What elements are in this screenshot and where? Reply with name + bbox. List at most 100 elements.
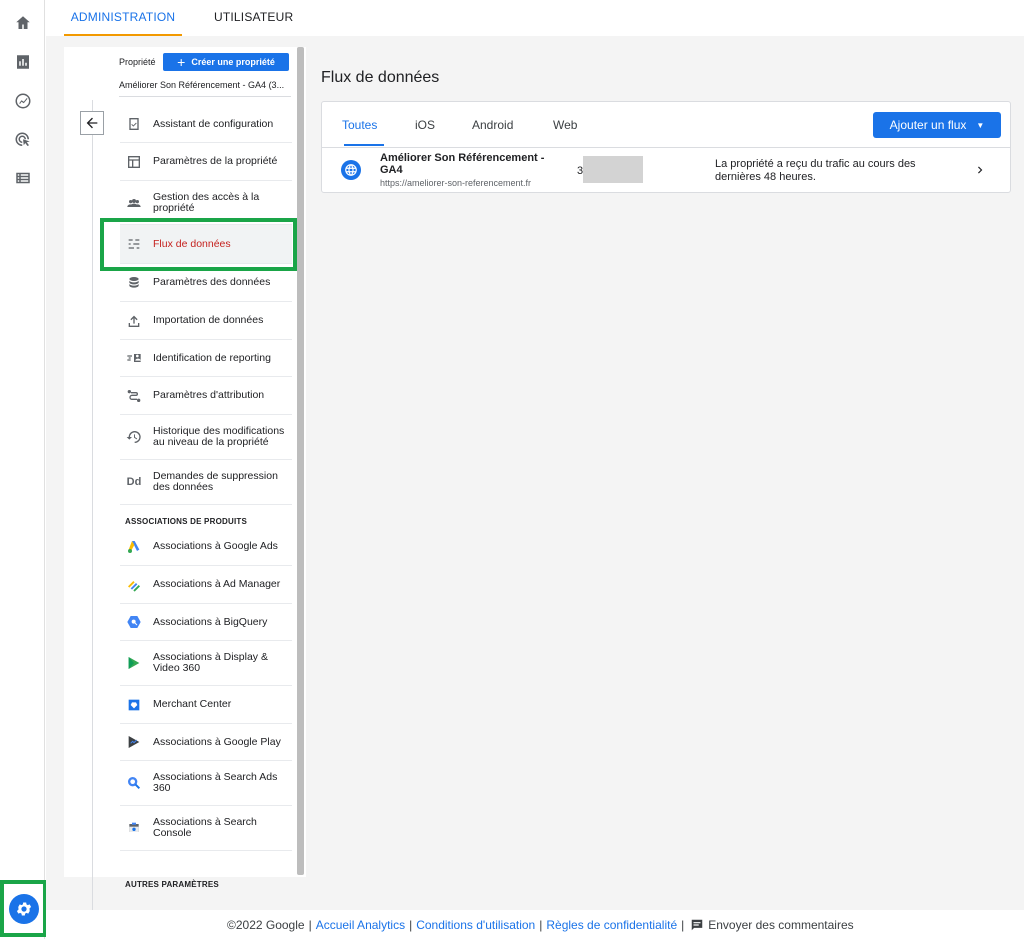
tab-android[interactable]: Android [472,118,513,132]
data-stream-icon [125,235,143,253]
data-streams-card: Toutes iOS Android Web Ajouter un flux ▼… [321,101,1011,193]
section-product-links: ASSOCIATIONS DE PRODUITS [125,517,247,526]
feedback-icon[interactable] [690,918,704,932]
menu-item-label: Historique des modifications au niveau d… [153,425,285,448]
admin-settings-highlight[interactable] [0,880,47,937]
menu-item-google-play[interactable]: Associations à Google Play [120,724,292,761]
globe-icon [341,160,361,180]
menu-item-label: Associations à Search Ads 360 [153,771,278,794]
property-selector[interactable]: Améliorer Son Référencement - GA4 (3... [119,80,291,97]
menu-item-label: Demandes de suppression des données [153,470,278,493]
separator: | [539,918,543,932]
menu-item-label: Importation de données [153,314,264,326]
arrow-left-icon [86,117,98,129]
menu-item-label: Associations à Google Play [153,735,281,748]
link-analytics-home[interactable]: Accueil Analytics [316,918,405,932]
stream-status: La propriété a reçu du trafic au cours d… [715,158,916,183]
menu-item-search-console[interactable]: Associations à Search Console [120,806,292,851]
upload-icon [125,312,143,330]
tab-all[interactable]: Toutes [342,118,377,132]
redacted-stream-id [583,156,643,183]
footer: ©2022 Google | Accueil Analytics | Condi… [46,910,1024,939]
stream-name[interactable]: Améliorer Son Référencement - GA4 [380,152,550,176]
separator: | [409,918,413,932]
search-ads-icon [125,774,143,792]
display-video-icon [125,654,143,672]
home-icon[interactable] [12,12,34,34]
add-stream-button[interactable]: Ajouter un flux ▼ [873,112,1001,138]
menu-item-label: Gestion des accès à la propriété [153,190,260,214]
menu-item-data-import[interactable]: Importation de données [120,302,292,340]
menu-item-bigquery[interactable]: Associations à BigQuery [120,604,292,641]
create-property-button[interactable]: + Créer une propriété [163,53,289,71]
card-divider [322,147,1010,148]
checklist-icon [125,115,143,133]
menu-item-ad-manager[interactable]: Associations à Ad Manager [120,566,292,604]
merchant-center-icon [125,696,143,714]
configure-list-icon[interactable] [12,167,34,189]
menu-item-label: Associations à Search Console [153,816,257,839]
menu-item-label: Assistant de configuration [153,117,274,130]
menu-item-label: Associations à Ad Manager [153,578,281,590]
menu-item-property-settings[interactable]: Paramètres de la propriété [120,143,292,181]
tab-ios[interactable]: iOS [415,118,435,132]
send-feedback-link[interactable]: Envoyer des commentaires [708,918,853,932]
add-stream-label: Ajouter un flux [889,118,967,132]
tab-utilisateur[interactable]: UTILISATEUR [214,0,293,36]
stream-url: https://ameliorer-son-referencement.fr [380,178,532,188]
menu-item-change-history[interactable]: Historique des modifications au niveau d… [120,415,292,460]
section-other-settings: AUTRES PARAMÈTRES [125,880,219,889]
tab-administration[interactable]: ADMINISTRATION [64,0,182,36]
menu-item-merchant-center[interactable]: Merchant Center [120,686,292,724]
property-label: Propriété [119,57,156,67]
top-tab-bar: ADMINISTRATION UTILISATEUR [46,0,1024,36]
plus-icon: + [177,54,186,70]
caret-down-icon: ▼ [976,120,985,130]
bigquery-icon [125,613,143,631]
panel-divider [92,100,93,910]
separator: | [681,918,685,932]
analytics-admin-app: ADMINISTRATION UTILISATEUR Propriété + C… [0,0,1024,939]
menu-item-label: Associations à BigQuery [153,615,268,628]
ad-manager-icon [125,576,143,594]
advertising-icon[interactable] [12,129,34,151]
people-icon [125,194,143,212]
menu-item-label: Paramètres des données [153,276,271,288]
gear-icon[interactable] [8,893,39,924]
menu-item-label: Paramètres de la propriété [153,155,278,167]
left-rail [0,0,47,939]
menu-item-google-ads[interactable]: Associations à Google Ads [120,528,292,566]
history-icon [125,428,143,446]
menu-item-data-deletion-requests[interactable]: Dd Demandes de suppression des données [120,460,292,505]
tab-web[interactable]: Web [553,118,577,132]
panel-scrollbar[interactable] [297,47,304,875]
menu-item-reporting-identity[interactable]: Identification de reporting [120,340,292,377]
layout-icon [125,153,143,171]
menu-item-label: Merchant Center [153,698,232,710]
menu-item-label: Identification de reporting [153,351,271,364]
google-ads-icon [125,538,143,556]
identity-icon [125,349,143,367]
menu-item-attribution-settings[interactable]: Paramètres d'attribution [120,377,292,415]
back-button[interactable] [80,111,104,135]
explore-icon[interactable] [12,90,34,112]
search-console-icon [125,819,143,837]
dd-icon: Dd [126,476,142,488]
menu-item-label: Associations à Display & Video 360 [153,651,268,674]
link-terms-of-service[interactable]: Conditions d'utilisation [416,918,535,932]
chevron-right-icon[interactable] [973,163,987,177]
create-property-label: Créer une propriété [191,57,275,67]
copyright: ©2022 Google [227,918,305,932]
menu-item-display-video-360[interactable]: Associations à Display & Video 360 [120,641,292,686]
menu-item-data-streams[interactable]: Flux de données [120,225,292,264]
menu-item-setup-assistant[interactable]: Assistant de configuration [120,106,292,143]
google-play-icon [125,733,143,751]
database-icon [125,274,143,292]
route-icon [125,387,143,405]
menu-item-label: Paramètres d'attribution [153,389,265,401]
link-privacy-policy[interactable]: Règles de confidentialité [546,918,677,932]
menu-item-access-management[interactable]: Gestion des accès à la propriété [120,181,292,225]
menu-item-data-settings[interactable]: Paramètres des données [120,264,292,302]
reports-icon[interactable] [12,51,34,73]
menu-item-search-ads-360[interactable]: Associations à Search Ads 360 [120,761,292,806]
